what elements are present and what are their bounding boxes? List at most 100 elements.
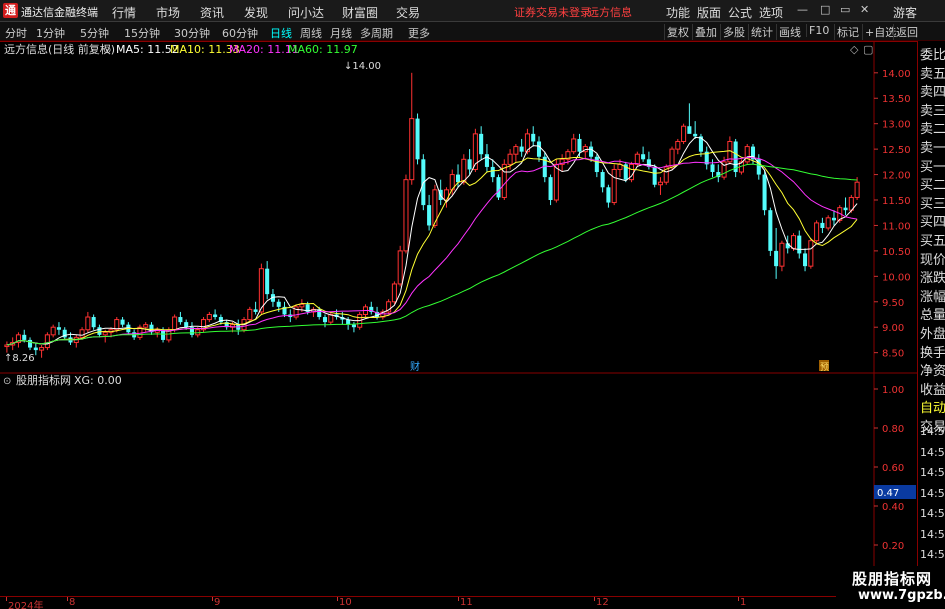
login-status[interactable]: 证券交易未登录	[514, 4, 591, 20]
tick-time: 14:56	[920, 445, 945, 459]
quote-field-label: 卖一	[920, 141, 945, 156]
menu-item-market[interactable]: 市场	[156, 4, 180, 21]
candle-body	[97, 327, 102, 335]
candle-body	[184, 322, 189, 328]
candle-body	[427, 205, 432, 226]
period-intraday[interactable]: 分时	[5, 25, 27, 41]
time-tick	[337, 597, 338, 601]
settings-diamond-icon[interactable]: ◇	[850, 43, 859, 56]
candle-body	[693, 133, 698, 137]
candle-body	[403, 179, 409, 252]
indicator-toggle-icon[interactable]: ⊙	[3, 376, 11, 387]
tool-multi-stock[interactable]: 多股	[720, 24, 747, 40]
time-label: 11	[460, 597, 473, 608]
candle-body	[85, 316, 91, 331]
financial-report-marker[interactable]: 财	[410, 360, 420, 373]
candle-body	[484, 154, 489, 167]
min-price-label: ↑8.26	[4, 353, 35, 364]
ma60-label: MA60: 11.97	[288, 43, 358, 56]
indicator-tick-label: 0.80	[882, 424, 904, 435]
menu-item-discover[interactable]: 发现	[244, 4, 268, 21]
menu-item-layout[interactable]: 版面	[697, 4, 721, 21]
indicator-value: XG: 0.00	[74, 374, 122, 387]
candle-body	[513, 146, 519, 155]
candle-body	[178, 317, 183, 323]
price-tick-label: 13.50	[882, 94, 911, 105]
quote-field-label: 买一	[920, 159, 945, 175]
tool-back[interactable]: 返回	[893, 24, 920, 40]
price-tick-label: 13.00	[882, 120, 911, 131]
maximize-icon[interactable]: □	[820, 3, 830, 16]
ma10-line	[6, 150, 858, 346]
candle-body	[409, 118, 415, 181]
expand-icon[interactable]: ▢	[863, 43, 873, 56]
restore-icon[interactable]: ▭	[840, 3, 850, 16]
tool-draw[interactable]: 画线	[776, 24, 803, 40]
menu-item-quotes[interactable]: 行情	[112, 4, 136, 21]
period-weekly[interactable]: 周线	[300, 25, 322, 41]
chart-area[interactable]: 14.00 13.50 13.00 12.50 12.00 11.50 11.00 10.50…	[0, 41, 945, 596]
candle-body	[322, 317, 328, 323]
quote-field-label[interactable]: 自动	[920, 397, 945, 416]
menu-item-trade[interactable]: 交易	[396, 4, 420, 21]
candle-body	[490, 166, 495, 178]
menu-item-xiaoda[interactable]: 问小达	[288, 4, 324, 21]
tool-adjust[interactable]: 复权	[664, 24, 691, 40]
ma-toggle-icon[interactable]: ⊙	[103, 45, 111, 56]
menu-item-formula[interactable]: 公式	[728, 4, 752, 21]
period-60min[interactable]: 60分钟	[222, 25, 258, 41]
menu-item-function[interactable]: 功能	[666, 4, 690, 21]
forecast-marker[interactable]: 预	[820, 362, 829, 373]
candle-body	[825, 217, 831, 229]
indicator-title: 股朋指标网	[16, 373, 71, 387]
period-1min[interactable]: 1分钟	[36, 25, 65, 41]
quote-field-label: 现价	[920, 252, 945, 268]
tool-stats[interactable]: 统计	[748, 24, 775, 40]
tick-time: 14:56	[920, 466, 945, 479]
time-label: 12	[596, 597, 609, 608]
time-tick	[738, 597, 739, 601]
app-logo-icon: 通	[3, 3, 18, 18]
period-5min[interactable]: 5分钟	[80, 25, 109, 41]
tool-overlay[interactable]: 叠加	[692, 24, 719, 40]
period-15min[interactable]: 15分钟	[124, 25, 160, 41]
tick-time: 14:56	[920, 507, 945, 520]
watermark-title: 股朋指标网	[852, 570, 933, 588]
candle-body	[675, 140, 681, 150]
minimize-icon[interactable]: —	[797, 3, 808, 16]
candle-body	[102, 331, 108, 336]
menu-item-news[interactable]: 资讯	[200, 4, 224, 21]
candle-body	[39, 347, 45, 351]
kline-chart-svg[interactable]: 14.00 13.50 13.00 12.50 12.00 11.50 11.00 10.50…	[0, 41, 945, 596]
period-30min[interactable]: 30分钟	[174, 25, 210, 41]
ma-lines	[6, 136, 858, 346]
candle-body	[276, 301, 281, 307]
candlestick-series	[4, 72, 860, 358]
quote-panel: 委比 卖五 卖四 卖三 卖二 卖一 买一 买二 买三 买四 买五 现价 涨跌 涨幅 总量 外盘 换手 净资 收益 自动…	[917, 41, 945, 596]
tool-mark[interactable]: 标记	[834, 24, 861, 40]
ma60-line	[6, 163, 858, 346]
menu-item-options[interactable]: 选项	[759, 4, 783, 21]
tool-f10[interactable]: F10	[806, 24, 831, 37]
candle-body	[496, 177, 501, 198]
period-monthly[interactable]: 月线	[330, 25, 352, 41]
price-tick-label: 12.00	[882, 171, 911, 182]
period-more[interactable]: 更多	[408, 25, 430, 41]
candle-body	[206, 313, 212, 321]
candle-body	[501, 163, 507, 198]
candle-body	[803, 253, 808, 267]
max-price-label: ↓14.00	[344, 61, 381, 72]
quote-field-label: 外盘	[920, 327, 945, 342]
period-daily[interactable]: 日线	[270, 25, 292, 41]
menu-item-wealth-circle[interactable]: 财富圈	[342, 4, 378, 21]
candle-body	[253, 309, 258, 312]
candle-body	[120, 319, 125, 325]
guest-account[interactable]: 游客	[893, 4, 917, 21]
time-tick	[67, 597, 68, 601]
close-icon[interactable]: ✕	[860, 3, 869, 16]
candle-body	[172, 316, 178, 331]
time-label: 9	[214, 597, 221, 608]
period-multi[interactable]: 多周期	[360, 25, 393, 41]
price-tick-label: 11.50	[882, 196, 911, 207]
price-tick-label: 9.00	[882, 323, 904, 334]
